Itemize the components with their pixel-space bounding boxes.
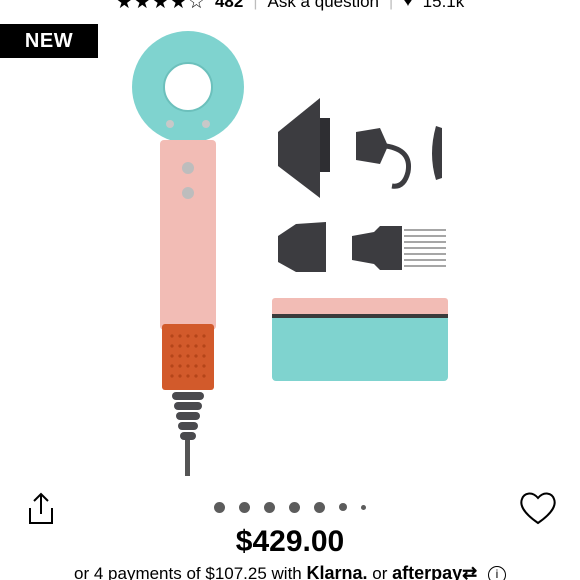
case-body xyxy=(272,315,448,381)
carousel-dot[interactable] xyxy=(314,501,325,513)
carousel-dot[interactable] xyxy=(361,504,366,510)
curl-attachment xyxy=(356,128,388,164)
carousel-dot[interactable] xyxy=(264,501,275,513)
carousel-dot[interactable] xyxy=(339,503,347,511)
flyaway-attachment xyxy=(432,126,442,180)
carousel-dot[interactable] xyxy=(289,501,300,513)
installment-info: or 4 payments of $107.25 with Klarna. or… xyxy=(0,563,580,580)
concentrator-attachment xyxy=(278,222,326,272)
installment-text: or 4 payments of $107.25 with xyxy=(74,564,302,580)
klarna-logo[interactable]: Klarna. xyxy=(307,563,368,580)
product-image[interactable] xyxy=(0,0,580,485)
or-text: or xyxy=(372,564,388,580)
carousel-dot[interactable] xyxy=(214,501,225,513)
new-badge: NEW xyxy=(0,24,98,58)
afterpay-arrow-icon: ⇄ xyxy=(462,563,478,580)
product-price: $429.00 xyxy=(235,525,345,558)
afterpay-logo[interactable]: afterpay xyxy=(392,563,462,580)
carousel-dots[interactable] xyxy=(0,500,580,514)
diffuser-attachment xyxy=(278,98,320,198)
carousel-dot[interactable] xyxy=(239,501,250,513)
info-icon[interactable]: i xyxy=(487,565,506,580)
comb-attachment xyxy=(352,226,402,270)
